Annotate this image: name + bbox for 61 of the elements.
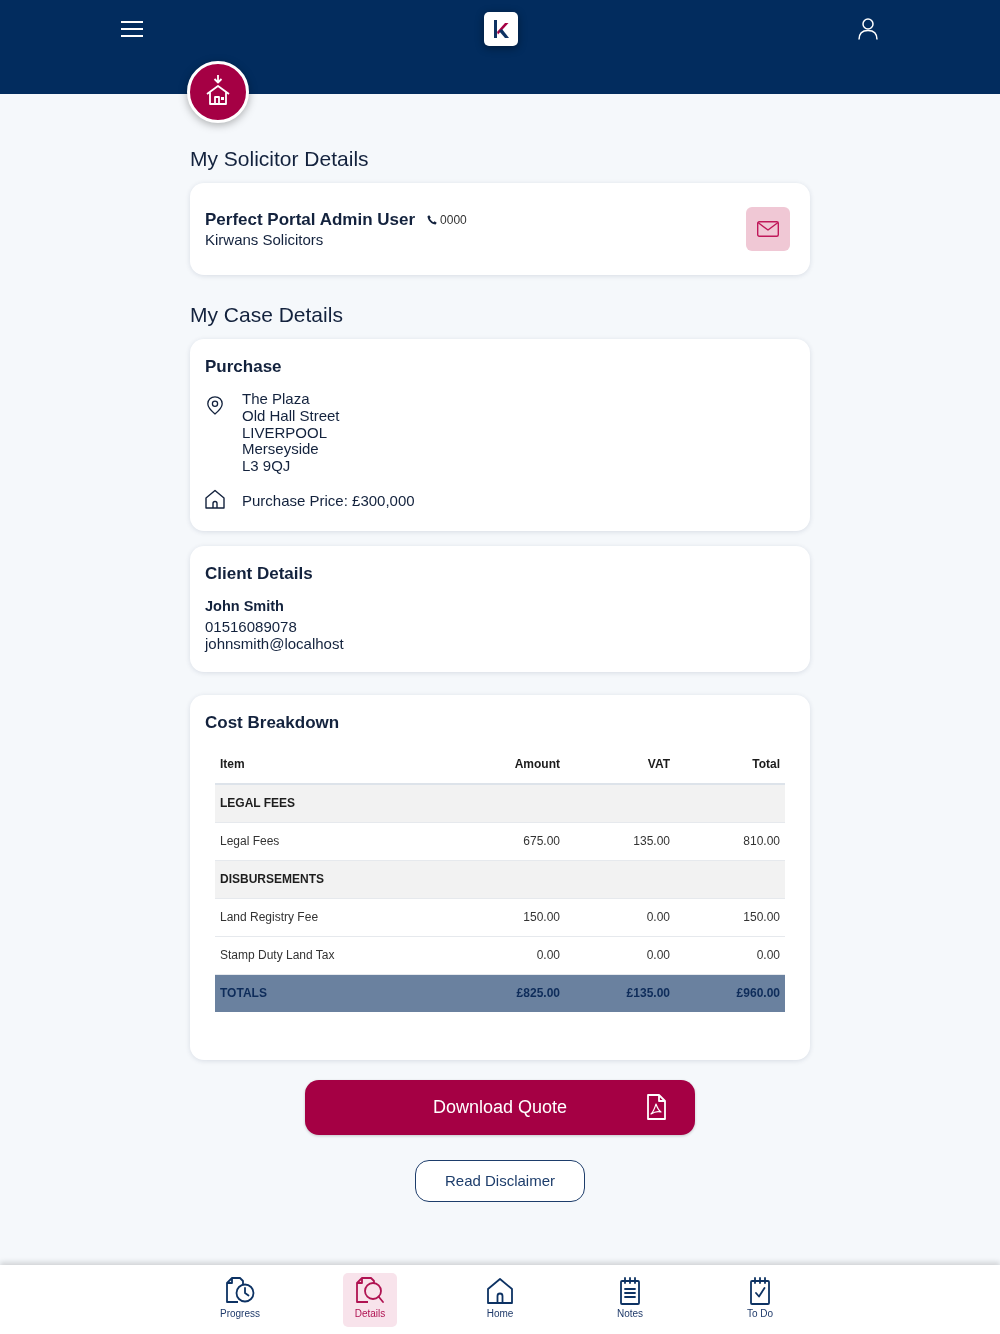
section-heading: My Case Details: [190, 302, 344, 328]
column-header: Amount: [455, 744, 565, 784]
table-cell: 0.00: [565, 936, 675, 975]
house-icon: [486, 1277, 514, 1305]
column-header: Total: [675, 744, 785, 784]
nav-tab[interactable]: Progress: [213, 1273, 267, 1327]
group-heading-cell: DISBURSEMENTS: [215, 860, 785, 899]
address-line: Old Hall Street: [242, 407, 340, 425]
mail-icon: [757, 221, 779, 237]
address-line: The Plaza: [242, 391, 311, 408]
download-quote-button[interactable]: Download Quote: [305, 1079, 695, 1135]
read-disclaimer-button[interactable]: Read Disclaimer: [415, 1159, 585, 1202]
card-title: Cost Breakdown: [205, 711, 341, 734]
table-cell: Land Registry Fee: [215, 898, 455, 937]
document-magnifier-icon: [355, 1277, 385, 1305]
menu-icon[interactable]: [121, 21, 143, 37]
total-cell: £825.00: [455, 974, 565, 1012]
table-cell: 150.00: [675, 898, 785, 937]
user-icon[interactable]: [858, 18, 878, 40]
solicitor-name: Perfect Portal Admin User: [205, 209, 416, 231]
card-title: Purchase: [205, 356, 283, 378]
nav-tab[interactable]: Home: [473, 1273, 527, 1327]
total-cell: TOTALS: [215, 974, 455, 1012]
table-cell: 150.00: [455, 898, 565, 937]
notepad-icon: [618, 1277, 642, 1305]
location-pin-icon: [207, 396, 223, 415]
column-header: Item: [215, 744, 455, 784]
nav-tab[interactable]: To Do: [733, 1273, 787, 1327]
nav-tab[interactable]: Notes: [603, 1273, 657, 1327]
email-button[interactable]: [746, 207, 790, 251]
table-cell: 0.00: [675, 936, 785, 975]
house-badge-icon: [187, 61, 249, 123]
client-phone: 01516089078: [205, 617, 298, 635]
total-cell: £960.00: [675, 974, 785, 1012]
logo-icon[interactable]: [483, 12, 518, 46]
table-cell: 0.00: [565, 898, 675, 937]
nav-tab[interactable]: Details: [343, 1273, 397, 1327]
table-cell: Legal Fees: [215, 822, 455, 861]
client-email: johnsmith@localhost: [205, 634, 345, 652]
address-line: Merseyside: [242, 441, 320, 458]
table-cell: 0.00: [455, 936, 565, 975]
table-cell: 675.00: [455, 822, 565, 861]
section-heading: My Solicitor Details: [190, 146, 370, 172]
phone-icon: [427, 215, 438, 225]
card-title: Client Details: [205, 562, 314, 585]
table-cell: 135.00: [565, 822, 675, 861]
address-line: LIVERPOOL: [242, 424, 329, 442]
table-cell: Stamp Duty Land Tax: [215, 936, 455, 975]
table-cell: 810.00: [675, 822, 785, 861]
firm-name: Kirwans Solicitors: [205, 231, 325, 249]
client-name: John Smith: [205, 596, 285, 615]
address-line: L3 9QJ: [242, 458, 292, 475]
clipboard-check-icon: [748, 1277, 772, 1305]
purchase-price: Purchase Price: £300,000: [242, 492, 415, 510]
phone-number[interactable]: 0000: [440, 213, 467, 227]
total-cell: £135.00: [565, 974, 675, 1012]
column-header: VAT: [565, 744, 675, 784]
document-clock-icon: [225, 1277, 255, 1305]
house-icon: [205, 488, 225, 509]
group-heading-cell: LEGAL FEES: [215, 783, 785, 823]
pdf-file-icon: [646, 1094, 666, 1121]
